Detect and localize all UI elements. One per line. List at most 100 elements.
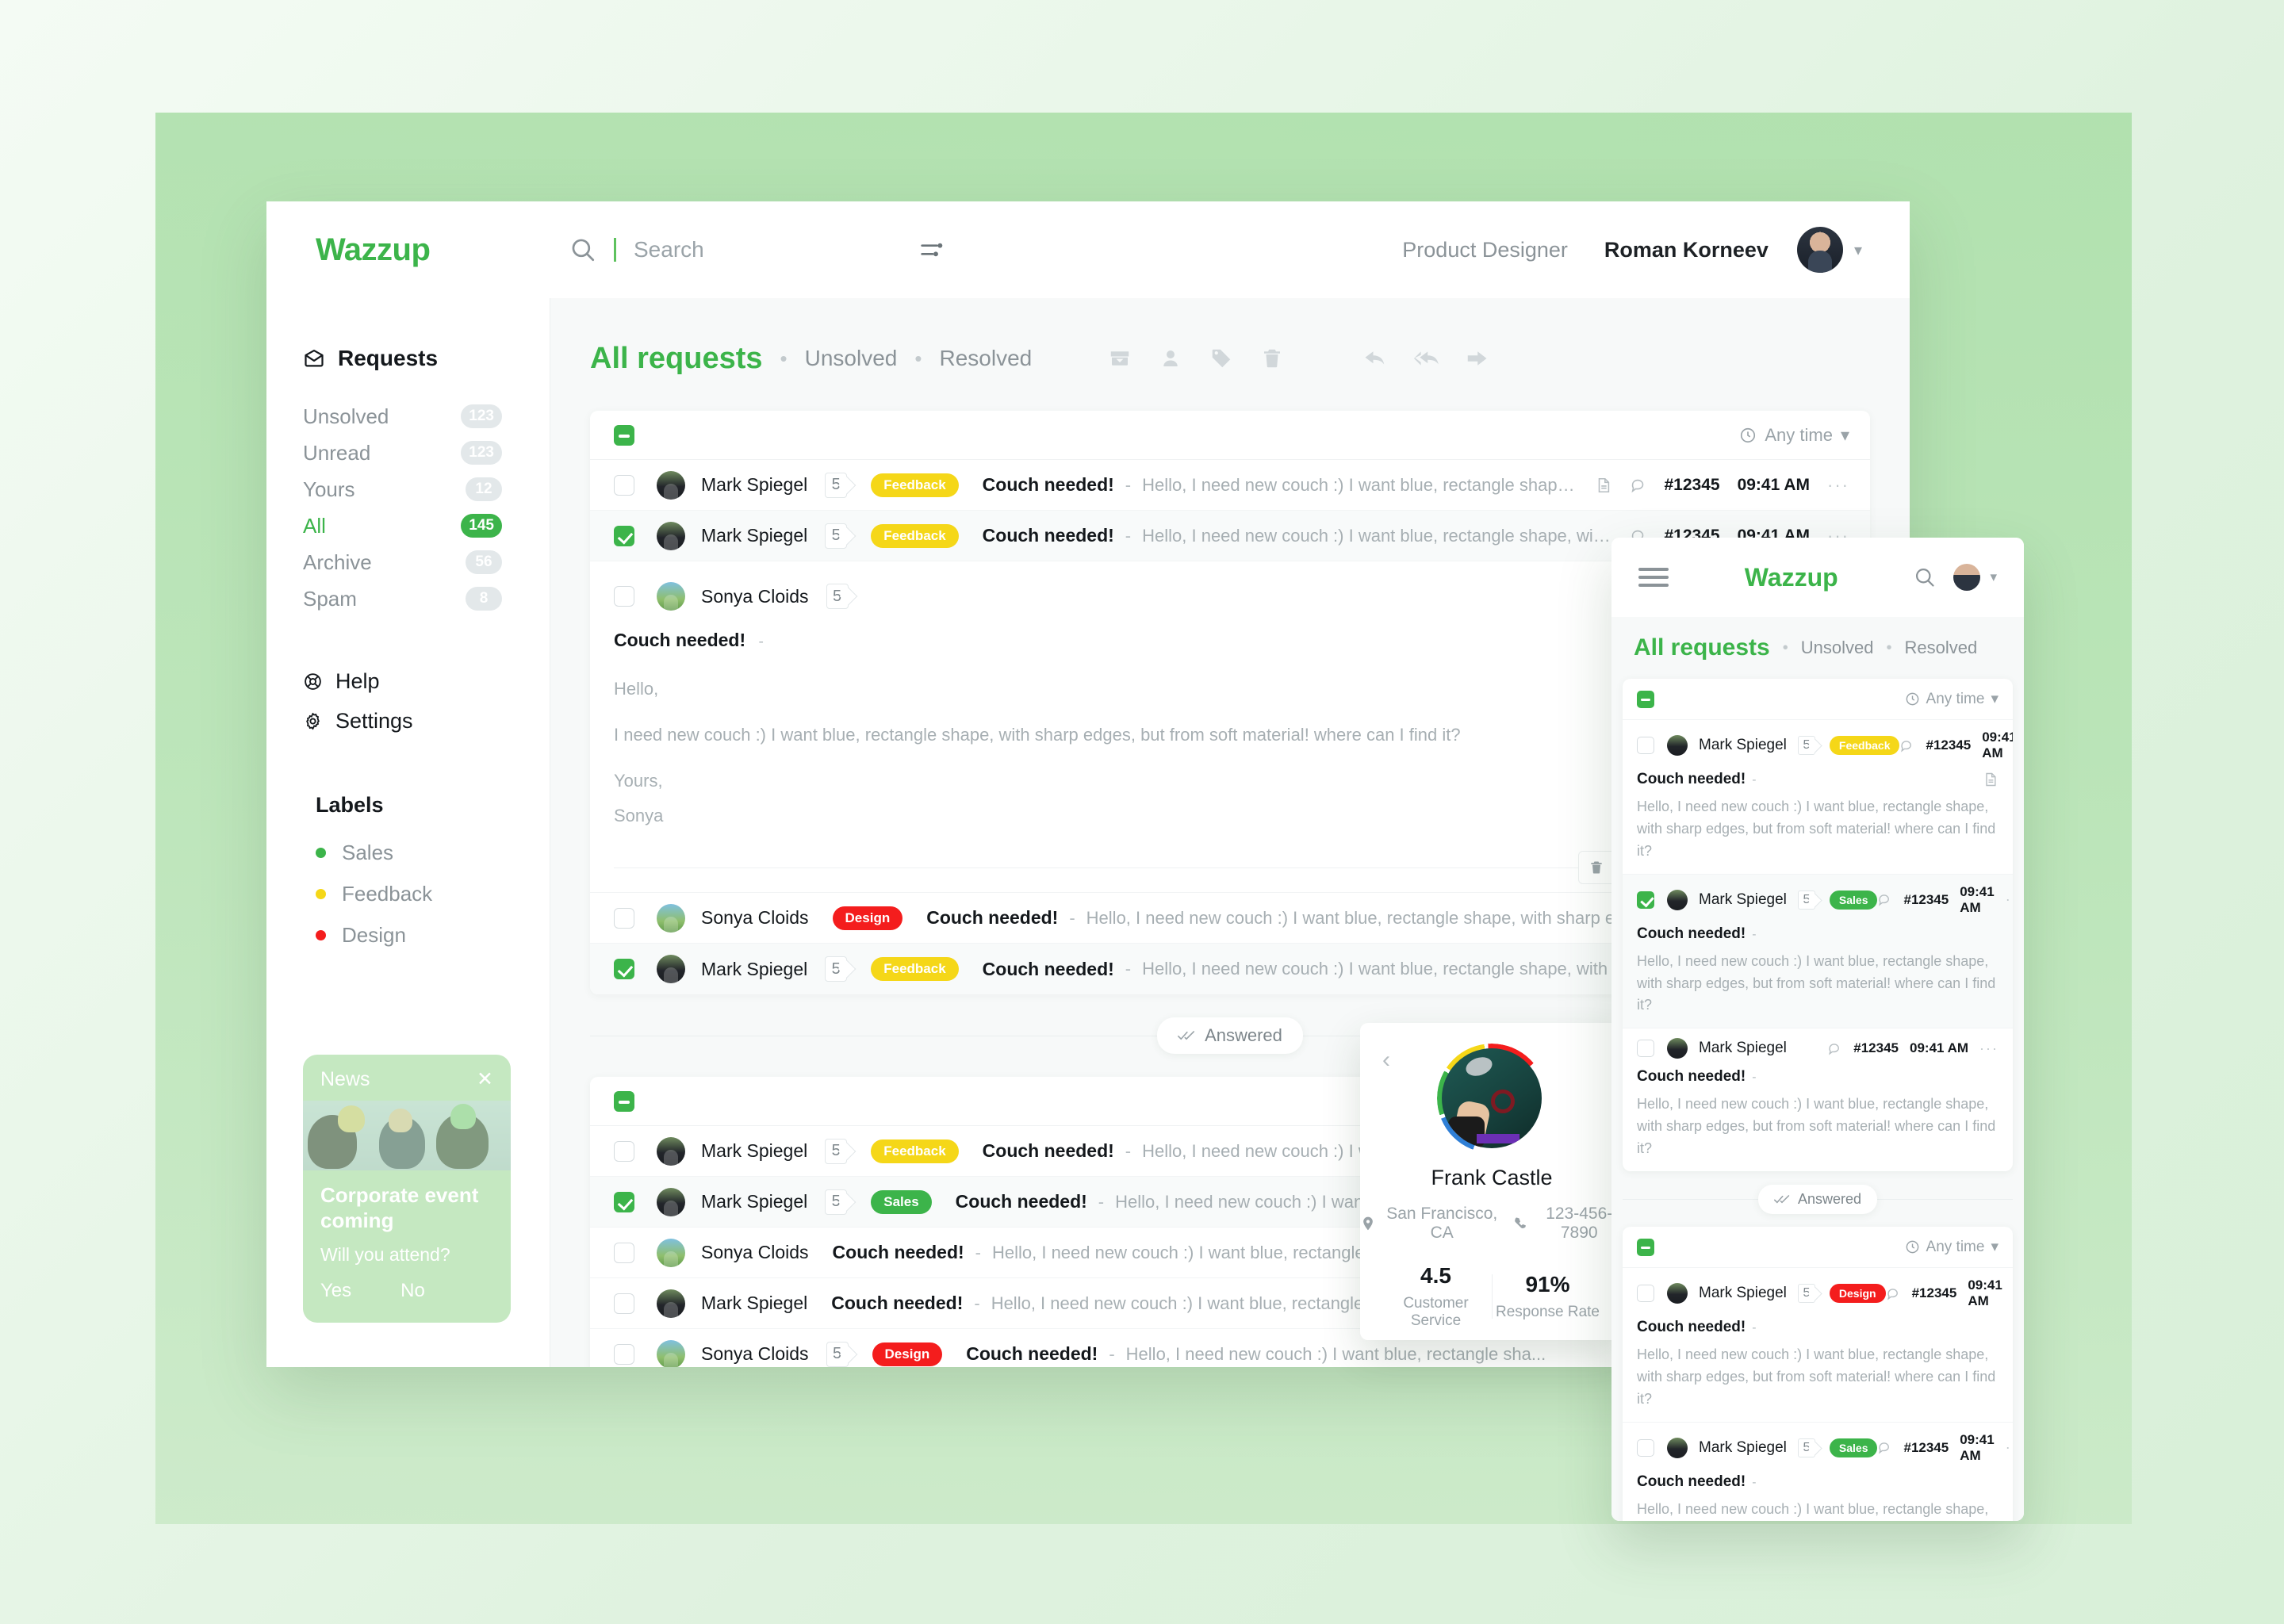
avatar <box>1667 889 1688 910</box>
list-item[interactable]: Mark Spiegel 5 Feedback #12345 09:41 AM … <box>1623 720 2013 875</box>
status-badge: Feedback <box>1829 736 1900 755</box>
ticket-id: #12345 <box>1903 891 1949 907</box>
sidebar-item-yours[interactable]: Yours 12 <box>266 471 550 508</box>
status-badge: Feedback <box>871 473 959 497</box>
tab-unsolved[interactable]: Unsolved <box>1801 638 1874 658</box>
avatar[interactable] <box>1796 227 1843 273</box>
subject-dash: - <box>1752 1071 1757 1085</box>
assign-user-icon[interactable] <box>1159 347 1182 370</box>
news-no-button[interactable]: No <box>400 1280 425 1302</box>
row-checkbox[interactable] <box>614 907 634 929</box>
row-checkbox[interactable] <box>1637 737 1654 754</box>
back-chevron-icon[interactable]: ‹ <box>1382 1047 1390 1074</box>
ticket-id: #12345 <box>1664 475 1720 494</box>
subject-dash: - <box>758 634 764 650</box>
message-count: 5 <box>826 1341 849 1367</box>
label-item-sales[interactable]: Sales <box>266 832 550 873</box>
reply-icon[interactable] <box>1363 347 1387 370</box>
news-yes-button[interactable]: Yes <box>320 1280 351 1302</box>
comment-icon <box>1886 1286 1901 1301</box>
row-checkbox[interactable] <box>614 959 634 979</box>
tag-icon[interactable] <box>1209 347 1233 370</box>
row-checkbox[interactable] <box>614 1191 634 1212</box>
tab-resolved[interactable]: Resolved <box>939 346 1032 371</box>
more-options-icon[interactable]: ··· <box>2006 891 2013 908</box>
subject-dash: - <box>1125 474 1132 495</box>
chevron-down-icon: ▾ <box>1840 424 1849 445</box>
more-options-icon[interactable]: ··· <box>2006 1439 2013 1456</box>
subject: Couch needed! <box>982 474 1114 495</box>
list-item[interactable]: Mark Spiegel #12345 09:41 AM ··· Couch n… <box>1623 1028 2013 1171</box>
row-checkbox[interactable] <box>614 474 634 496</box>
row-checkbox[interactable] <box>1637 891 1654 909</box>
tab-unsolved[interactable]: Unsolved <box>805 346 898 371</box>
avatar[interactable] <box>1953 564 1981 591</box>
row-checkbox[interactable] <box>1637 1285 1654 1303</box>
list-item[interactable]: Mark Spiegel 5 Sales #12345 09:41 AM ···… <box>1623 874 2013 1029</box>
label-item-feedback[interactable]: Feedback <box>266 873 550 914</box>
more-options-icon[interactable]: ··· <box>1979 1040 1998 1057</box>
sidebar-section-requests[interactable]: Requests <box>266 346 550 371</box>
preview-text: Hello, I need new couch :) I want blue, … <box>1637 952 1996 1013</box>
sidebar-item-help[interactable]: Help <box>266 661 550 701</box>
row-checkbox[interactable] <box>614 1140 634 1162</box>
close-icon[interactable]: ✕ <box>477 1067 493 1091</box>
user-area[interactable]: Product Designer Roman Korneev ▾ <box>1402 227 1862 273</box>
sidebar-item-unread[interactable]: Unread 123 <box>266 435 550 471</box>
phone-icon <box>1512 1216 1528 1231</box>
trash-icon[interactable] <box>1260 347 1284 370</box>
select-all-checkbox[interactable] <box>1637 690 1654 708</box>
row-checkbox[interactable] <box>1637 1040 1654 1058</box>
time-filter-dropdown[interactable]: Any time ▾ <box>1905 1238 1998 1256</box>
tab-resolved[interactable]: Resolved <box>1904 638 1977 658</box>
double-check-icon <box>1773 1194 1790 1205</box>
select-all-checkbox[interactable] <box>614 1090 634 1112</box>
row-checkbox[interactable] <box>614 1343 634 1365</box>
main-header: All requests • Unsolved • Resolved <box>590 335 1870 382</box>
sidebar-item-unsolved[interactable]: Unsolved 123 <box>266 398 550 435</box>
label-item-design[interactable]: Design <box>266 914 550 956</box>
more-options-icon[interactable]: ··· <box>1827 475 1849 496</box>
news-kicker: News <box>320 1067 370 1090</box>
row-checkbox[interactable] <box>1637 1438 1654 1457</box>
list-item[interactable]: Mark Spiegel 5 Design #12345 09:41 AM ··… <box>1623 1268 2013 1423</box>
status-badge: Sales <box>1829 890 1878 910</box>
status-badge: Feedback <box>871 957 959 981</box>
time-filter-dropdown[interactable]: Any time ▾ <box>1905 690 1998 708</box>
table-row[interactable]: Mark Spiegel 5 Feedback Couch needed! - … <box>590 460 1870 511</box>
chevron-down-icon[interactable]: ▾ <box>1990 569 1997 585</box>
avatar <box>657 1289 685 1318</box>
select-all-checkbox[interactable] <box>1637 1238 1654 1256</box>
comment-icon <box>1877 1440 1892 1455</box>
sidebar-item-archive[interactable]: Archive 56 <box>266 544 550 580</box>
user-name: Roman Korneev <box>1604 237 1769 262</box>
forward-icon[interactable] <box>1465 347 1489 370</box>
answered-pill: Answered <box>1157 1017 1303 1054</box>
list-item[interactable]: Mark Spiegel 5 Sales #12345 09:41 AM ···… <box>1623 1423 2013 1521</box>
preview-text: Hello, I need new couch :) I want blue, … <box>1637 1346 1996 1407</box>
trash-icon[interactable] <box>1579 851 1614 884</box>
label-color-dot <box>316 888 326 899</box>
hamburger-menu-icon[interactable] <box>1638 563 1669 592</box>
avatar <box>657 955 685 983</box>
reply-all-icon[interactable] <box>1414 347 1439 370</box>
row-checkbox[interactable] <box>614 525 634 546</box>
search-field[interactable]: Search <box>569 236 871 263</box>
select-all-checkbox[interactable] <box>614 424 634 446</box>
sidebar-item-spam[interactable]: Spam 8 <box>266 580 550 617</box>
sidebar-item-settings[interactable]: Settings <box>266 701 550 741</box>
news-card[interactable]: News ✕ Corporate event coming Will you a… <box>303 1055 511 1323</box>
profile-name: Frank Castle <box>1431 1166 1553 1189</box>
sidebar-item-label: Archive <box>303 550 372 574</box>
time-filter-dropdown[interactable]: Any time ▾ <box>1739 425 1849 446</box>
filter-sliders-icon[interactable] <box>920 239 945 261</box>
sidebar-item-all[interactable]: All 145 <box>266 508 550 544</box>
sidebar-item-count: 8 <box>466 587 502 611</box>
chevron-down-icon[interactable]: ▾ <box>1854 240 1862 260</box>
row-checkbox[interactable] <box>614 1293 634 1314</box>
action-toolbar <box>1108 347 1489 370</box>
row-checkbox[interactable] <box>614 586 634 607</box>
archive-icon[interactable] <box>1108 347 1132 370</box>
search-icon[interactable] <box>1914 566 1936 588</box>
row-checkbox[interactable] <box>614 1242 634 1263</box>
